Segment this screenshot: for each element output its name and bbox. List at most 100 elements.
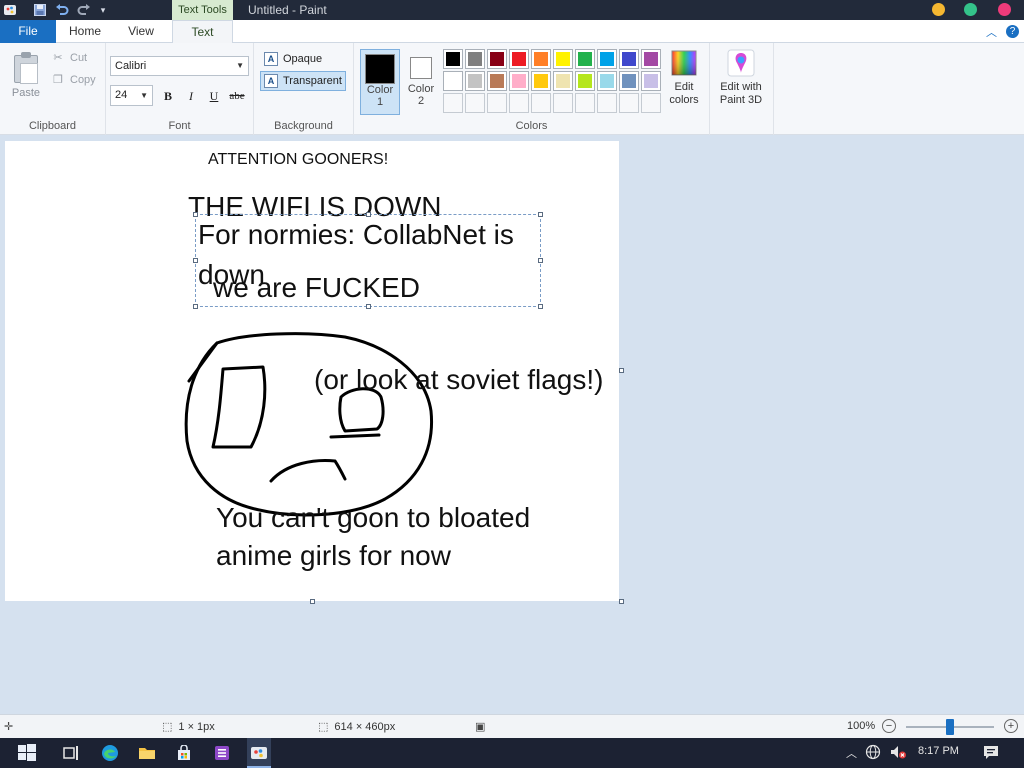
paste-button[interactable]: Paste [8,87,44,99]
cut-button[interactable]: ✂ Cut [52,52,87,64]
palette-color-1-8[interactable] [597,49,617,69]
close-button[interactable] [998,3,1011,16]
windows-start-icon[interactable] [17,743,37,763]
chevron-down-icon: ▼ [140,91,148,100]
palette-custom-slot[interactable] [509,93,529,113]
clipboard-group-label: Clipboard [28,120,77,132]
palette-color-2-3[interactable] [487,71,507,91]
resize-handle[interactable] [366,304,371,309]
redo-icon[interactable] [76,2,92,18]
font-family-select[interactable]: Calibri ▼ [110,56,249,76]
palette-custom-slot[interactable] [465,93,485,113]
canvas-resize-handle-bottom[interactable] [310,599,315,604]
palette-color-1-5[interactable] [531,49,551,69]
maximize-button[interactable] [964,3,977,16]
italic-button[interactable]: I [182,87,200,105]
opaque-option[interactable]: A Opaque [260,49,346,69]
zoom-in-button[interactable]: + [1004,719,1018,733]
palette-color-1-9[interactable] [619,49,639,69]
font-group-label: Font [168,120,191,132]
help-icon[interactable]: ? [1006,25,1019,38]
onenote-icon[interactable] [212,743,232,763]
color1-number: 1 [376,96,384,108]
zoom-in-icon: + [1004,719,1018,733]
background-group: A Opaque A Transparent Background [254,43,354,135]
edit-with-paint3d-button[interactable]: Edit with Paint 3D [715,49,767,107]
color1-button[interactable]: Color 1 [360,49,400,115]
resize-handle[interactable] [366,212,371,217]
palette-color-1-1[interactable] [443,49,463,69]
copy-button[interactable]: ❐ Copy [52,74,96,86]
palette-custom-slot[interactable] [487,93,507,113]
disk-icon: ▣ [475,721,486,733]
palette-custom-slot[interactable] [553,93,573,113]
ribbon-tabs: File Home View Text ︿ ? [0,20,1024,44]
font-size-value: 24 [115,89,128,101]
color2-number: 2 [417,95,425,107]
tab-home[interactable]: Home [58,20,112,43]
paint-app-icon[interactable] [2,2,18,18]
volume-muted-icon[interactable] [889,744,907,763]
resize-handle[interactable] [538,258,543,263]
network-icon[interactable] [865,744,881,763]
palette-color-1-7[interactable] [575,49,595,69]
notifications-icon[interactable] [983,744,999,763]
palette-custom-slot[interactable] [575,93,595,113]
palette-color-2-5[interactable] [531,71,551,91]
palette-custom-slot[interactable] [597,93,617,113]
strikethrough-button[interactable]: abe [228,87,246,105]
palette-color-1-2[interactable] [465,49,485,69]
palette-custom-slot[interactable] [531,93,551,113]
cut-label: Cut [70,52,88,64]
resize-handle[interactable] [538,212,543,217]
palette-color-1-3[interactable] [487,49,507,69]
drawing-canvas[interactable]: ATTENTION GOONERS! THE WIFI IS DOWN For … [5,141,624,604]
ribbon: Paste ✂ Cut ❐ Copy Clipboard Calibri ▼ 2… [0,43,1024,135]
palette-color-1-6[interactable] [553,49,573,69]
edge-icon[interactable] [100,743,120,763]
palette-color-1-4[interactable] [509,49,529,69]
minimize-button[interactable] [932,3,945,16]
palette-color-2-7[interactable] [575,71,595,91]
customize-toolbar-icon[interactable]: ▾ [97,2,109,18]
palette-color-2-4[interactable] [509,71,529,91]
colors-group-label: Colors [515,120,548,132]
undo-icon[interactable] [54,2,70,18]
store-icon[interactable] [174,743,194,763]
palette-color-2-8[interactable] [597,71,617,91]
paint-taskbar-icon[interactable] [249,743,269,763]
tab-view[interactable]: View [114,20,168,43]
resize-handle[interactable] [538,304,543,309]
copy-icon: ❐ [53,74,63,86]
collapse-ribbon-icon[interactable]: ︿ [986,24,997,40]
canvas-resize-handle-corner[interactable] [619,599,624,604]
color2-button[interactable]: Color 2 [402,49,440,115]
palette-color-2-9[interactable] [619,71,639,91]
resize-handle[interactable] [193,304,198,309]
canvas-resize-handle-right[interactable] [619,368,624,373]
tray-chevron-icon[interactable]: ︿ [846,745,857,761]
tab-file[interactable]: File [0,20,56,43]
tab-text[interactable]: Text [172,20,233,44]
edit-colors-button[interactable]: Edit colors [658,49,710,107]
palette-color-2-2[interactable] [465,71,485,91]
status-bar: ✛ ⬚ 1 × 1px ⬚ 614 × 460px ▣ 100% − + [0,714,1024,738]
resize-handle[interactable] [193,212,198,217]
font-size-select[interactable]: 24 ▼ [110,85,153,106]
palette-color-2-1[interactable] [443,71,463,91]
bold-button[interactable]: B [159,87,177,105]
zoom-slider-thumb[interactable] [946,719,954,735]
canvas-workspace[interactable]: ATTENTION GOONERS! THE WIFI IS DOWN For … [0,135,1024,714]
clock[interactable]: 8:17 PM [918,745,959,757]
palette-color-2-6[interactable] [553,71,573,91]
file-explorer-icon[interactable] [137,743,157,763]
palette-custom-slot[interactable] [443,93,463,113]
zoom-out-button[interactable]: − [882,719,896,733]
palette-custom-slot[interactable] [619,93,639,113]
underline-button[interactable]: U [205,87,223,105]
transparent-option[interactable]: A Transparent [260,71,346,91]
save-icon[interactable] [32,2,48,18]
paste-icon[interactable] [12,51,40,85]
goon-text-line1: You can't goon to bloated [216,502,531,533]
task-view-icon[interactable] [61,743,81,763]
